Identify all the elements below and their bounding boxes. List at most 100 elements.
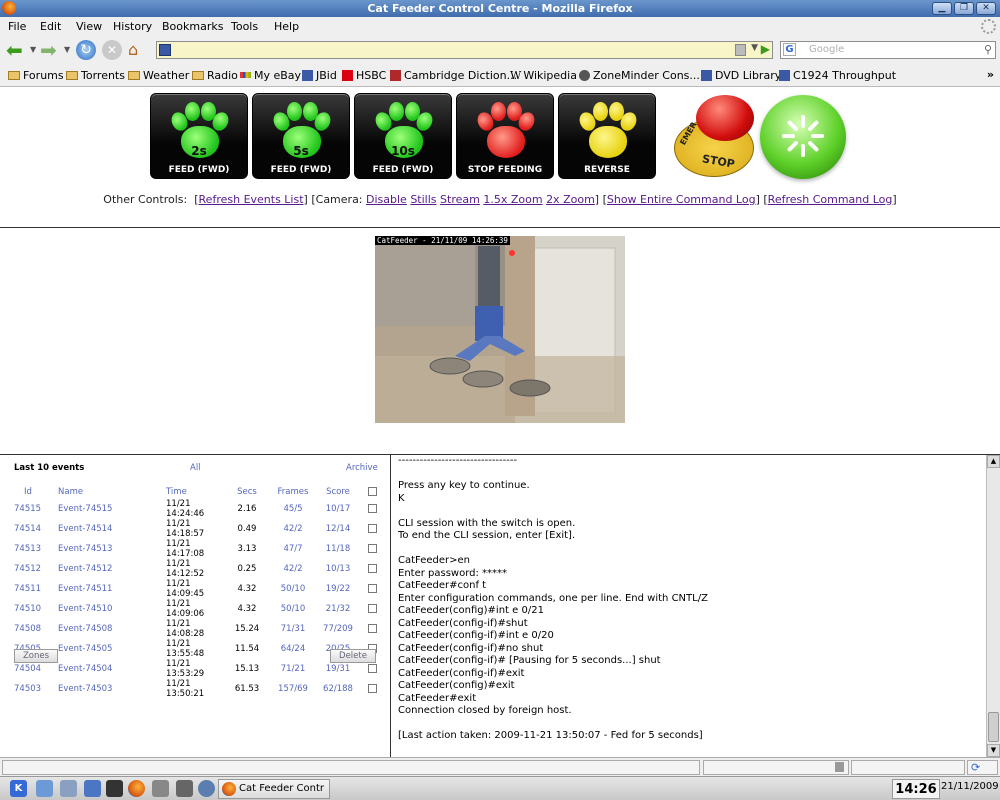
col-secs[interactable]: Secs: [222, 485, 272, 499]
event-name[interactable]: Event-74510: [46, 599, 142, 619]
event-row[interactable]: 74513 Event-74513 11/21 14:17:08 3.13 47/7 11…: [10, 539, 382, 559]
event-row[interactable]: 74515 Event-74515 11/21 14:24:46 2.16 45/5 10…: [10, 499, 382, 519]
event-frames[interactable]: 42/2: [272, 559, 314, 579]
forward-history-dropdown[interactable]: ▼: [64, 45, 70, 65]
bookmark-jbid[interactable]: JBid: [302, 69, 337, 82]
feed-2s-button[interactable]: 2s FEED (FWD): [150, 93, 248, 179]
menu-bookmarks[interactable]: Bookmarks: [162, 20, 223, 33]
event-row[interactable]: 74514 Event-74514 11/21 14:18:57 0.49 42/2 12…: [10, 519, 382, 539]
scroll-up-arrow-icon[interactable]: ▲: [987, 455, 1000, 468]
event-checkbox[interactable]: [367, 684, 377, 693]
event-row[interactable]: 74503 Event-74503 11/21 13:50:21 61.53 157/6…: [10, 679, 382, 699]
event-name[interactable]: Event-74513: [46, 539, 142, 559]
camera-zoom-2x-link[interactable]: 2x Zoom: [546, 193, 595, 206]
camera-stream-link[interactable]: Stream: [440, 193, 480, 206]
event-name[interactable]: Event-74505: [46, 639, 142, 659]
camera-zoom-1-5x-link[interactable]: 1.5x Zoom: [483, 193, 542, 206]
google-icon[interactable]: G: [783, 43, 796, 56]
security-icon[interactable]: [176, 780, 193, 797]
stop-feeding-button[interactable]: STOP FEEDING: [456, 93, 554, 179]
event-id[interactable]: 74515: [10, 499, 46, 519]
show-command-log-link[interactable]: Show Entire Command Log: [607, 193, 756, 206]
camera-feed[interactable]: CatFeeder - 21/11/09 14:26:39: [375, 236, 625, 423]
event-id[interactable]: 74513: [10, 539, 46, 559]
command-log-scrollbar[interactable]: ▲ ▼: [986, 455, 1000, 757]
event-score[interactable]: 10/13: [314, 559, 362, 579]
event-score[interactable]: 11/18: [314, 539, 362, 559]
bookmark-forums[interactable]: Forums: [8, 69, 64, 82]
event-row[interactable]: 74512 Event-74512 11/21 14:12:52 0.25 42/2 10…: [10, 559, 382, 579]
emergency-stop-button[interactable]: EMER STOP: [674, 93, 756, 179]
bookmark-cambridge[interactable]: Cambridge Diction...: [390, 69, 517, 82]
event-checkbox[interactable]: [367, 564, 377, 573]
stop-button[interactable]: ✕: [102, 40, 122, 60]
event-row[interactable]: 74511 Event-74511 11/21 14:09:45 4.32 50/10 1…: [10, 579, 382, 599]
refresh-command-log-link[interactable]: Refresh Command Log: [768, 193, 893, 206]
event-checkbox[interactable]: [367, 624, 377, 633]
back-history-dropdown[interactable]: ▼: [30, 45, 36, 65]
url-dropdown[interactable]: ▼: [751, 43, 758, 53]
event-frames[interactable]: 157/69: [272, 679, 314, 699]
scroll-thumb[interactable]: [988, 712, 999, 742]
event-id[interactable]: 74503: [10, 679, 46, 699]
col-frames[interactable]: Frames: [272, 485, 314, 499]
menu-view[interactable]: View: [76, 20, 102, 33]
event-name[interactable]: Event-74503: [46, 679, 142, 699]
sync-icon[interactable]: ⟳: [971, 761, 980, 774]
camera-stills-link[interactable]: Stills: [410, 193, 436, 206]
scroll-down-arrow-icon[interactable]: ▼: [987, 744, 1000, 757]
bookmark-torrents[interactable]: Torrents: [66, 69, 125, 82]
event-name[interactable]: Event-74514: [46, 519, 142, 539]
event-name[interactable]: Event-74511: [46, 579, 142, 599]
event-id[interactable]: 74510: [10, 599, 46, 619]
window-titlebar[interactable]: Cat Feeder Control Centre - Mozilla Fire…: [0, 0, 1000, 17]
event-frames[interactable]: 64/24: [272, 639, 314, 659]
event-frames[interactable]: 71/21: [272, 659, 314, 679]
event-score[interactable]: 12/14: [314, 519, 362, 539]
status-addon-area[interactable]: ⟳: [967, 760, 998, 775]
events-archive-link[interactable]: Archive: [346, 463, 378, 473]
event-frames[interactable]: 50/10: [272, 599, 314, 619]
event-row[interactable]: 74504 Event-74504 11/21 13:53:29 15.13 71/21…: [10, 659, 382, 679]
event-score[interactable]: 62/188: [314, 679, 362, 699]
col-time[interactable]: Time: [142, 485, 222, 499]
firefox-launcher-icon[interactable]: [128, 780, 145, 797]
feed-10s-button[interactable]: 10s FEED (FWD): [354, 93, 452, 179]
event-frames[interactable]: 45/5: [272, 499, 314, 519]
event-score[interactable]: 77/209: [314, 619, 362, 639]
bookmark-hsbc[interactable]: HSBC: [342, 69, 386, 82]
system-icon[interactable]: [60, 780, 77, 797]
menu-tools[interactable]: Tools: [231, 20, 258, 33]
reset-power-button[interactable]: [760, 95, 846, 179]
feed-5s-button[interactable]: 5s FEED (FWD): [252, 93, 350, 179]
event-row[interactable]: 74508 Event-74508 11/21 14:08:28 15.24 71/31…: [10, 619, 382, 639]
back-button[interactable]: ⬅: [6, 40, 28, 60]
bookmark-zoneminder[interactable]: ZoneMinder Cons...: [579, 69, 700, 82]
col-score[interactable]: Score: [314, 485, 362, 499]
event-score[interactable]: 10/17: [314, 499, 362, 519]
event-row[interactable]: 74505Event-7450511/21 13:55:4811.5464/24…: [10, 639, 382, 659]
more-bookmarks-chevron-icon[interactable]: »: [987, 68, 994, 81]
bookmark-radio[interactable]: Radio: [192, 69, 238, 82]
menu-help[interactable]: Help: [274, 20, 299, 33]
home-button[interactable]: ⌂: [128, 40, 148, 60]
menu-history[interactable]: History: [113, 20, 152, 33]
refresh-events-link[interactable]: Refresh Events List: [199, 193, 304, 206]
bookmark-ebay[interactable]: My eBay: [240, 69, 301, 82]
maximize-button[interactable]: ❐: [954, 2, 974, 15]
forward-button[interactable]: ➡: [40, 40, 62, 60]
events-all-link[interactable]: All: [190, 463, 201, 473]
event-frames[interactable]: 47/7: [272, 539, 314, 559]
url-bar[interactable]: ▼ ▶: [156, 41, 773, 59]
bookmark-wikipedia[interactable]: W Wikipedia: [510, 69, 577, 82]
event-checkbox[interactable]: [367, 584, 377, 593]
event-score[interactable]: 19/22: [314, 579, 362, 599]
event-name[interactable]: Event-74508: [46, 619, 142, 639]
bookmark-c1924[interactable]: C1924 Throughput: [779, 69, 896, 82]
select-all-checkbox[interactable]: [367, 487, 377, 496]
event-id[interactable]: 74508: [10, 619, 46, 639]
taskbar-firefox-window[interactable]: Cat Feeder Contr: [218, 779, 330, 799]
event-frames[interactable]: 42/2: [272, 519, 314, 539]
event-checkbox[interactable]: [367, 544, 377, 553]
event-checkbox[interactable]: [367, 524, 377, 533]
